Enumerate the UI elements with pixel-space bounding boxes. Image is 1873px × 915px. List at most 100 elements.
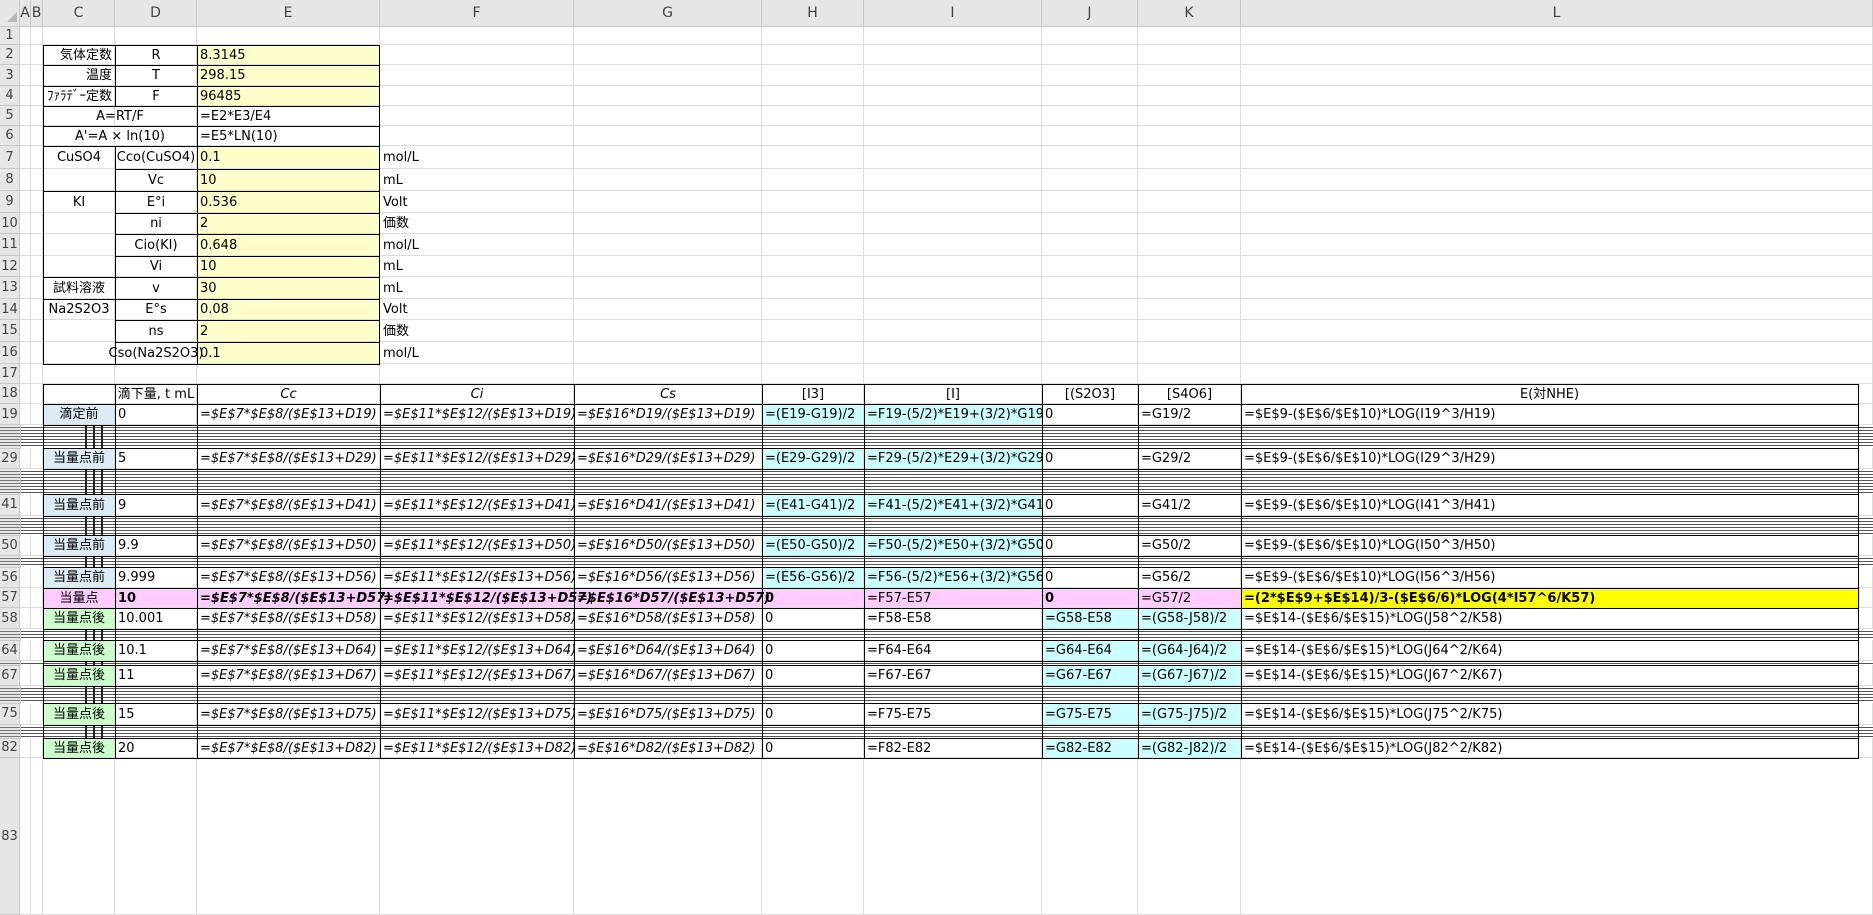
unit-label[interactable]: mL bbox=[380, 169, 574, 191]
param-group-label[interactable]: 気体定数 bbox=[43, 45, 115, 65]
table-cell-k[interactable]: =G19/2 bbox=[1138, 404, 1241, 425]
table-cell-d[interactable]: 9 bbox=[115, 494, 197, 516]
param-value[interactable]: 30 bbox=[197, 277, 380, 299]
param-group-label[interactable]: ﾌｧﾗﾃﾞｰ定数 bbox=[43, 86, 115, 106]
row-header-10[interactable]: 10 bbox=[0, 213, 20, 234]
param-value[interactable]: 0.536 bbox=[197, 191, 380, 213]
row-header-67[interactable]: 67 bbox=[0, 665, 20, 686]
table-cell-h[interactable]: =(E41-G41)/2 bbox=[762, 494, 864, 516]
param-value[interactable]: =E5*LN(10) bbox=[197, 126, 380, 146]
table-cell-f[interactable]: =$E$11*$E$12/($E$13+D64) bbox=[380, 640, 576, 661]
table-cell-l[interactable]: =(2*$E$9+$E$14)/3-($E$6/6)*LOG(4*I57^6/K… bbox=[1241, 588, 1858, 608]
param-symbol[interactable]: Cco(CuSO4) bbox=[115, 146, 197, 169]
table-header-f[interactable]: Ci bbox=[380, 384, 574, 404]
row-header-hidden[interactable] bbox=[0, 661, 21, 666]
param-group-label[interactable]: Na2S2O3 bbox=[43, 299, 115, 320]
stage-label[interactable]: 当量点前 bbox=[43, 494, 115, 516]
param-value[interactable]: 2 bbox=[197, 213, 380, 234]
row-header-13[interactable]: 13 bbox=[0, 277, 20, 299]
table-cell-i[interactable]: =F64-E64 bbox=[864, 640, 1042, 661]
table-cell-e[interactable]: =$E$7*$E$8/($E$13+D19) bbox=[197, 404, 380, 425]
stage-label[interactable]: 当量点前 bbox=[43, 448, 115, 469]
row-header-58[interactable]: 58 bbox=[0, 608, 20, 629]
stage-label[interactable]: 当量点後 bbox=[43, 703, 115, 725]
table-cell-h[interactable]: =(E19-G19)/2 bbox=[762, 404, 864, 425]
table-cell-k[interactable]: =(G75-J75)/2 bbox=[1138, 703, 1241, 725]
param-group-label[interactable]: KI bbox=[43, 191, 115, 213]
column-header-k[interactable]: K bbox=[1138, 0, 1241, 27]
table-cell-g[interactable]: =$E$16*D82/($E$13+D82) bbox=[574, 738, 762, 758]
row-header-11[interactable]: 11 bbox=[0, 234, 20, 256]
param-symbol[interactable]: E°s bbox=[115, 299, 197, 320]
stage-label[interactable]: 当量点 bbox=[43, 588, 115, 608]
table-cell-f[interactable]: =$E$11*$E$12/($E$13+D57) bbox=[380, 588, 592, 608]
table-cell-f[interactable]: =$E$11*$E$12/($E$13+D41) bbox=[380, 494, 576, 516]
column-header-i[interactable]: I bbox=[864, 0, 1042, 27]
param-value[interactable]: 298.15 bbox=[197, 65, 380, 86]
column-header-l[interactable]: L bbox=[1241, 0, 1873, 27]
stage-label[interactable]: 当量点後 bbox=[43, 738, 115, 758]
column-header-a[interactable]: A bbox=[20, 0, 31, 27]
param-symbol[interactable]: ni bbox=[115, 213, 197, 234]
row-header-4[interactable]: 4 bbox=[0, 86, 20, 106]
table-cell-l[interactable]: =$E$14-($E$6/$E$15)*LOG(J64^2/K64) bbox=[1241, 640, 1858, 661]
table-cell-l[interactable]: =$E$9-($E$6/$E$10)*LOG(I41^3/H41) bbox=[1241, 494, 1858, 516]
row-header-3[interactable]: 3 bbox=[0, 65, 20, 86]
row-header-9[interactable]: 9 bbox=[0, 191, 20, 213]
param-value[interactable]: 0.1 bbox=[197, 342, 380, 364]
row-header-41[interactable]: 41 bbox=[0, 494, 20, 516]
row-header-12[interactable]: 12 bbox=[0, 256, 20, 277]
table-header-c[interactable] bbox=[43, 384, 115, 404]
param-symbol[interactable]: v bbox=[115, 277, 197, 299]
table-cell-g[interactable]: =$E$16*D29/($E$13+D29) bbox=[574, 448, 762, 469]
unit-label[interactable]: 価数 bbox=[380, 320, 574, 342]
table-cell-h[interactable]: 0 bbox=[762, 608, 864, 629]
table-cell-h[interactable]: =(E50-G50)/2 bbox=[762, 535, 864, 556]
param-group-label[interactable]: 温度 bbox=[43, 65, 115, 86]
table-cell-g[interactable]: =$E$16*D50/($E$13+D50) bbox=[574, 535, 762, 556]
param-symbol[interactable]: ns bbox=[115, 320, 197, 342]
table-cell-j[interactable]: 0 bbox=[1042, 588, 1138, 608]
row-header-hidden[interactable] bbox=[0, 556, 21, 568]
table-cell-g[interactable]: =$E$16*D58/($E$13+D58) bbox=[574, 608, 762, 629]
table-cell-h[interactable]: 0 bbox=[762, 640, 864, 661]
row-header-16[interactable]: 16 bbox=[0, 342, 20, 364]
table-cell-h[interactable]: 0 bbox=[762, 738, 864, 758]
param-value[interactable]: =E2*E3/E4 bbox=[197, 106, 380, 126]
param-value[interactable]: 96485 bbox=[197, 86, 380, 106]
row-header-8[interactable]: 8 bbox=[0, 169, 20, 191]
param-value[interactable]: 0.08 bbox=[197, 299, 380, 320]
table-cell-h[interactable]: 0 bbox=[762, 588, 864, 608]
table-cell-l[interactable]: =$E$9-($E$6/$E$10)*LOG(I29^3/H29) bbox=[1241, 448, 1858, 469]
unit-label[interactable]: mL bbox=[380, 277, 574, 299]
column-header-c[interactable]: C bbox=[43, 0, 115, 27]
table-cell-l[interactable]: =$E$14-($E$6/$E$15)*LOG(J58^2/K58) bbox=[1241, 608, 1858, 629]
row-header-50[interactable]: 50 bbox=[0, 535, 20, 556]
unit-label[interactable]: Volt bbox=[380, 299, 574, 320]
row-header-29[interactable]: 29 bbox=[0, 448, 20, 469]
row-header-83[interactable]: 83 bbox=[0, 758, 20, 915]
table-header-d[interactable]: 滴下量, t mL bbox=[115, 384, 197, 404]
table-header-l[interactable]: E(対NHE) bbox=[1241, 384, 1858, 404]
table-cell-j[interactable]: =G67-E67 bbox=[1042, 665, 1138, 686]
table-cell-f[interactable]: =$E$11*$E$12/($E$13+D50) bbox=[380, 535, 576, 556]
column-header-e[interactable]: E bbox=[197, 0, 380, 27]
table-cell-d[interactable]: 10 bbox=[115, 588, 197, 608]
table-cell-l[interactable]: =$E$9-($E$6/$E$10)*LOG(I50^3/H50) bbox=[1241, 535, 1858, 556]
param-symbol[interactable]: F bbox=[115, 86, 197, 106]
table-cell-e[interactable]: =$E$7*$E$8/($E$13+D57) bbox=[197, 588, 391, 608]
table-cell-g[interactable]: =$E$16*D64/($E$13+D64) bbox=[574, 640, 762, 661]
table-cell-i[interactable]: =F57-E57 bbox=[864, 588, 1042, 608]
table-cell-e[interactable]: =$E$7*$E$8/($E$13+D29) bbox=[197, 448, 380, 469]
table-cell-i[interactable]: =F41-(5/2)*E41+(3/2)*G41 bbox=[864, 494, 1044, 516]
table-cell-k[interactable]: =(G64-J64)/2 bbox=[1138, 640, 1241, 661]
row-header-6[interactable]: 6 bbox=[0, 126, 20, 146]
table-cell-j[interactable]: 0 bbox=[1042, 494, 1138, 516]
row-header-1[interactable]: 1 bbox=[0, 27, 20, 45]
table-header-e[interactable]: Cc bbox=[197, 384, 380, 404]
table-cell-f[interactable]: =$E$11*$E$12/($E$13+D75) bbox=[380, 703, 576, 725]
param-value[interactable]: 0.1 bbox=[197, 146, 380, 169]
unit-label[interactable]: mol/L bbox=[380, 146, 574, 169]
table-cell-j[interactable]: =G82-E82 bbox=[1042, 738, 1138, 758]
column-header-d[interactable]: D bbox=[115, 0, 197, 27]
